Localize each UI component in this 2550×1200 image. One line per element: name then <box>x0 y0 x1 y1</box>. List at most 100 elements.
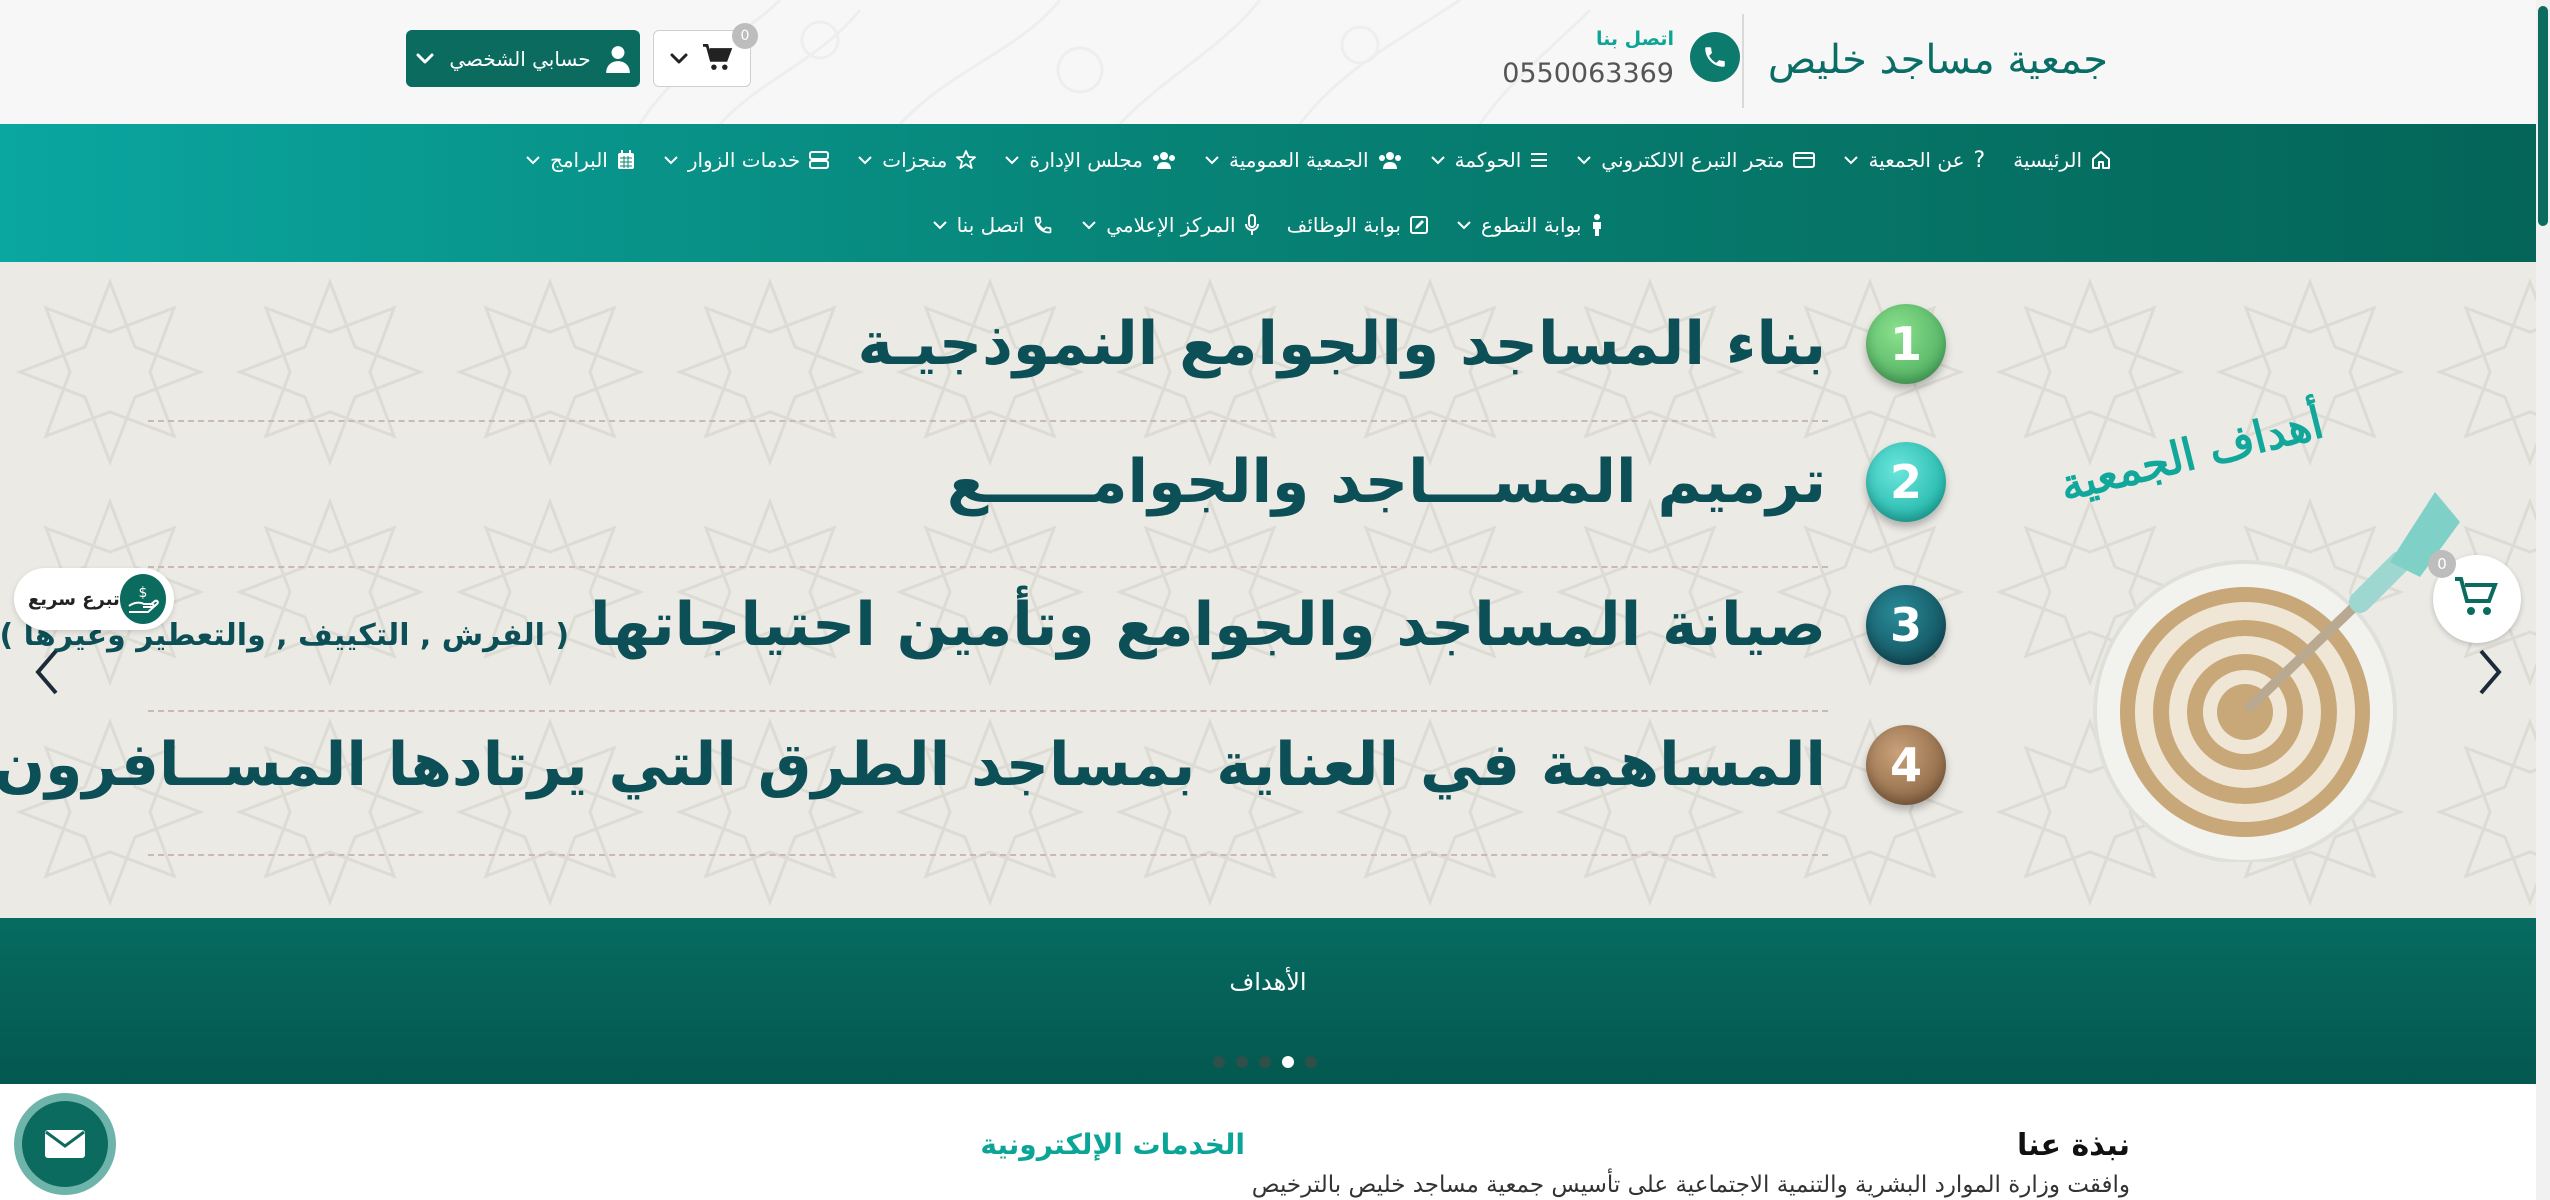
users-icon <box>1153 152 1176 169</box>
donate-hand-icon: $ <box>119 574 166 624</box>
slider-dot[interactable] <box>1305 1056 1317 1068</box>
nav-label: مجلس الإدارة <box>1029 148 1144 172</box>
nav-row-1: الرئيسية ? عن الجمعية متجر التبرع الالكت… <box>0 140 2536 180</box>
chevron-down-icon <box>1005 156 1020 165</box>
nav-label: البرامج <box>549 148 608 172</box>
nav-label: الحوكمة <box>1454 148 1522 172</box>
calendar-icon <box>617 150 634 169</box>
chevron-down-icon <box>1457 221 1471 230</box>
nav-label: بوابة التطوع <box>1480 213 1582 237</box>
page: جمعية مساجد خليص اتصل بنا 0550063369 0 ح… <box>0 0 2550 1200</box>
chevron-down-icon <box>1844 156 1859 165</box>
nav-label: بوابة الوظائف <box>1286 213 1401 237</box>
goal-2: 2 ترميم المســـاجد والجوامـــــع <box>947 442 1946 522</box>
nav-item-contact[interactable]: اتصل بنا <box>932 213 1054 237</box>
chevron-left-icon <box>35 649 58 695</box>
nav-label: الجمعية العمومية <box>1229 148 1369 172</box>
nav-label: الرئيسية <box>2013 148 2083 172</box>
nav-item-donation-store[interactable]: متجر التبرع الالكتروني <box>1576 148 1816 172</box>
goal-text: صيانة المساجد والجوامع وتأمين احتياجاتها… <box>0 590 1826 660</box>
chevron-down-icon <box>932 221 947 230</box>
nav-label: اتصل بنا <box>956 213 1025 237</box>
header-contact[interactable]: اتصل بنا 0550063369 <box>1502 24 1740 94</box>
goal-text: بناء المساجد والجوامع النموذجيـة <box>857 309 1827 379</box>
chevron-down-icon <box>670 53 688 63</box>
chevron-down-icon <box>664 156 678 165</box>
server-icon <box>809 151 830 169</box>
quick-donate-label: تبرع سريع <box>28 588 120 610</box>
cart-icon <box>703 43 733 70</box>
goal-number-badge: 1 <box>1866 304 1946 384</box>
nav-item-home[interactable]: الرئيسية <box>2013 148 2111 172</box>
nav-label: منجزات <box>882 148 948 172</box>
list-icon <box>1531 153 1548 167</box>
microphone-icon <box>1244 214 1259 235</box>
scrollbar-thumb[interactable] <box>2538 6 2548 226</box>
goal-text-main: صيانة المساجد والجوامع وتأمين احتياجاتها <box>590 590 1826 660</box>
logo-text: جمعية مساجد خليص <box>1767 37 2108 83</box>
chevron-down-icon <box>1205 156 1219 165</box>
mail-icon <box>22 1101 108 1187</box>
nav-item-general-assembly[interactable]: الجمعية العمومية <box>1204 148 1402 172</box>
credit-card-icon <box>1793 152 1816 168</box>
header-divider <box>1742 14 1744 108</box>
slider-dot[interactable] <box>1259 1056 1271 1068</box>
slider-next-button[interactable] <box>2465 642 2515 702</box>
goal-3: 3 صيانة المساجد والجوامع وتأمين احتياجات… <box>0 585 1946 665</box>
goal-number-badge: 2 <box>1866 442 1946 522</box>
account-menu-button[interactable]: حسابي الشخصي <box>406 30 640 87</box>
slider-dot[interactable] <box>1213 1056 1225 1068</box>
goal-number-badge: 3 <box>1866 585 1946 665</box>
goal-text: المساهمة في العناية بمساجد الطرق التي ير… <box>0 730 1826 800</box>
edit-square-icon <box>1409 216 1428 234</box>
contact-label: اتصل بنا <box>1596 28 1674 50</box>
eservices-section-title: الخدمات الإلكترونية <box>980 1128 1245 1161</box>
cart-count-badge: 0 <box>732 23 758 49</box>
about-section-title: نبذة عنا <box>2017 1128 2130 1163</box>
star-icon <box>956 150 977 169</box>
main-navigation: الرئيسية ? عن الجمعية متجر التبرع الالكت… <box>0 124 2536 262</box>
contact-phone-number[interactable]: 0550063369 <box>1502 58 1674 89</box>
slider-dot[interactable] <box>1236 1056 1248 1068</box>
nav-item-programs[interactable]: البرامج <box>525 148 635 172</box>
header-cart-button[interactable]: 0 <box>653 23 758 87</box>
chevron-down-icon <box>858 156 872 165</box>
slider-prev-button[interactable] <box>22 642 72 702</box>
chevron-down-icon <box>416 53 434 63</box>
nav-item-visitor-services[interactable]: خدمات الزوار <box>663 148 830 172</box>
quick-donate-button[interactable]: تبرع سريع $ <box>14 568 174 630</box>
nav-item-volunteer[interactable]: بوابة التطوع <box>1456 213 1604 237</box>
about-section-text: وافقت وزارة الموارد البشرية والتنمية الا… <box>1251 1172 2130 1198</box>
hero-slider: 1 بناء المساجد والجوامع النموذجيـة 2 ترم… <box>0 262 2536 918</box>
nav-item-governance[interactable]: الحوكمة <box>1430 148 1549 172</box>
chevron-down-icon <box>1577 156 1591 165</box>
chevron-down-icon <box>526 156 540 165</box>
user-icon <box>605 45 630 73</box>
contact-mail-button[interactable] <box>14 1093 116 1195</box>
divider-line <box>148 854 1828 856</box>
site-logo[interactable]: جمعية مساجد خليص <box>1768 8 2120 112</box>
nav-item-board[interactable]: مجلس الإدارة <box>1004 148 1176 172</box>
divider-line <box>148 420 1828 422</box>
nav-item-about[interactable]: ? عن الجمعية <box>1843 148 1985 173</box>
goal-number-badge: 4 <box>1866 725 1946 805</box>
slider-dot-active[interactable] <box>1282 1056 1294 1068</box>
nav-label: عن الجمعية <box>1868 148 1965 172</box>
cart-icon <box>2455 577 2498 615</box>
goals-heading: أهداف الجمعية <box>2054 392 2329 511</box>
slide-caption: الأهداف <box>1229 968 1307 996</box>
svg-text:$: $ <box>138 585 147 601</box>
goal-text: ترميم المســـاجد والجوامـــــع <box>946 447 1826 517</box>
home-icon <box>2092 151 2111 169</box>
chevron-down-icon <box>1430 156 1445 165</box>
target-dart-icon: أهداف الجمعية <box>2054 392 2460 864</box>
nav-item-achievements[interactable]: منجزات <box>857 148 977 172</box>
nav-item-jobs[interactable]: بوابة الوظائف <box>1287 213 1428 237</box>
nav-label: المركز الإعلامي <box>1106 213 1236 237</box>
nav-label: خدمات الزوار <box>687 148 801 172</box>
site-header: جمعية مساجد خليص اتصل بنا 0550063369 0 ح… <box>0 0 2536 124</box>
phone-icon <box>1690 32 1740 82</box>
person-icon <box>1593 214 1602 236</box>
nav-item-media-center[interactable]: المركز الإعلامي <box>1081 213 1259 237</box>
chevron-down-icon <box>1082 221 1096 230</box>
